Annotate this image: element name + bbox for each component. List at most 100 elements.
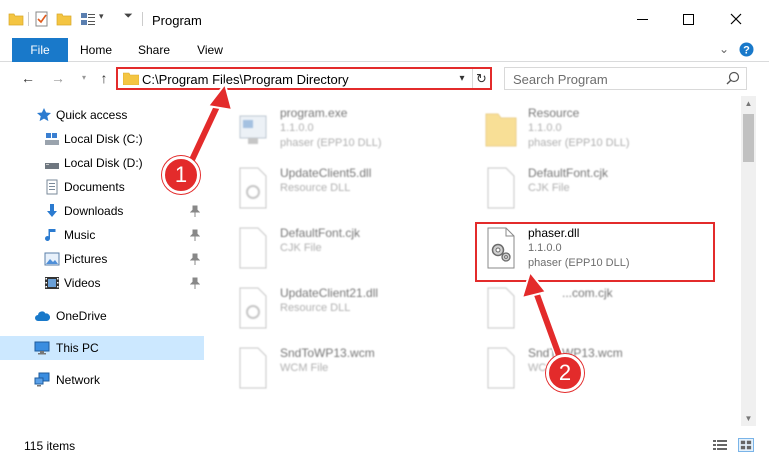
network-icon: [34, 372, 50, 387]
videos-icon: [45, 277, 59, 289]
pin-icon[interactable]: [190, 229, 200, 241]
scroll-up-icon[interactable]: ▲: [741, 96, 756, 111]
search-icon[interactable]: [726, 71, 740, 85]
file-name: UpdateClient21.dll: [280, 286, 379, 300]
new-folder-icon[interactable]: [56, 11, 72, 27]
tab-home[interactable]: Home: [74, 38, 118, 62]
generic-file-icon: [487, 347, 515, 389]
file-detail: WCM File: [280, 362, 329, 374]
window-title: Program: [152, 13, 202, 28]
cloud-icon: [35, 311, 50, 321]
back-arrow-icon[interactable]: ←: [20, 70, 36, 86]
minimize-button[interactable]: [619, 0, 665, 38]
nav-item-label: Music: [64, 228, 96, 242]
ribbon-tabs: File Home Share View ⌄ ?: [0, 38, 769, 62]
pin-icon[interactable]: [190, 277, 200, 289]
customize-toolbar-icon[interactable]: [80, 11, 96, 27]
exe-file-icon: [239, 115, 267, 144]
forward-arrow-icon[interactable]: →: [50, 70, 66, 86]
nav-item-this-pc[interactable]: This PC: [0, 336, 204, 360]
maximize-icon: [682, 13, 694, 25]
nav-item-label: Local Disk (D:): [64, 156, 143, 170]
scroll-down-icon[interactable]: ▼: [741, 411, 756, 426]
tab-share[interactable]: Share: [132, 38, 176, 62]
properties-icon[interactable]: [34, 11, 50, 27]
pin-icon[interactable]: [190, 205, 200, 217]
file-item[interactable]: DefaultFont.cjk CJK File: [226, 222, 466, 278]
up-arrow-icon[interactable]: ↑: [96, 70, 112, 86]
file-item[interactable]: program.exe 1.1.0.0 phaser (EPP10 DLL): [226, 102, 466, 158]
music-icon: [45, 229, 56, 241]
file-item[interactable]: SndToWP13.wcm WCM File: [474, 342, 714, 398]
file-name: UpdateClient5.dll: [280, 166, 372, 180]
nav-item-onedrive[interactable]: OneDrive: [0, 304, 204, 328]
folder-icon[interactable]: [8, 11, 24, 27]
close-icon: [730, 13, 742, 25]
file-item[interactable]: ...com.cjk: [474, 282, 714, 338]
nav-item-local-disk-c[interactable]: Local Disk (C:): [0, 127, 204, 151]
nav-item-pictures[interactable]: Pictures: [0, 247, 204, 271]
scroll-thumb[interactable]: [743, 114, 754, 162]
tab-view[interactable]: View: [188, 38, 232, 62]
item-count: 115 items: [24, 439, 76, 453]
file-detail: Resource DLL: [280, 302, 351, 314]
computer-icon: [34, 341, 50, 355]
minimize-icon: [636, 18, 648, 20]
drive-icon: [45, 163, 59, 169]
expand-ribbon-icon[interactable]: ⌄: [719, 42, 729, 56]
file-detail: Resource DLL: [280, 182, 351, 194]
details-view-icon[interactable]: [712, 438, 728, 452]
folder-icon: [123, 72, 139, 85]
nav-item-downloads[interactable]: Downloads: [0, 199, 204, 223]
documents-icon: [46, 179, 58, 195]
generic-file-icon: [239, 347, 267, 389]
nav-item-label: Local Disk (C:): [64, 132, 143, 146]
file-name: Resource: [528, 106, 580, 120]
address-bar[interactable]: C:\Program Files\Program Directory ▾ ↻: [116, 67, 492, 90]
nav-item-label: OneDrive: [56, 309, 107, 323]
file-name: ...com.cjk: [562, 286, 613, 300]
file-item[interactable]: UpdateClient21.dll Resource DLL: [226, 282, 466, 338]
pin-icon[interactable]: [190, 253, 200, 265]
tiles-view-icon[interactable]: [738, 438, 754, 452]
file-item[interactable]: SndToWP13.wcm WCM File: [226, 342, 466, 398]
nav-item-label: This PC: [56, 341, 99, 355]
help-icon[interactable]: ?: [739, 42, 754, 57]
nav-item-music[interactable]: Music: [0, 223, 204, 247]
svg-text:?: ?: [743, 45, 750, 57]
search-input[interactable]: Search Program: [504, 67, 747, 90]
pictures-icon: [44, 252, 60, 266]
file-list: program.exe 1.1.0.0 phaser (EPP10 DLL) R…: [210, 96, 740, 434]
file-detail: CJK File: [280, 242, 322, 254]
nav-item-quick-access[interactable]: Quick access: [0, 103, 204, 127]
nav-item-label: Quick access: [56, 108, 128, 122]
file-detail: 1.1.0.0: [528, 122, 562, 134]
file-name: DefaultFont.cjk: [280, 226, 361, 240]
file-item[interactable]: DefaultFont.cjk CJK File: [474, 162, 714, 218]
file-name: SndToWP13.wcm: [280, 346, 375, 360]
nav-item-videos[interactable]: Videos: [0, 271, 204, 295]
generic-file-icon: [487, 167, 515, 209]
maximize-button[interactable]: [665, 0, 711, 38]
close-button[interactable]: [713, 0, 759, 38]
recent-locations-icon[interactable]: ▾: [76, 70, 92, 86]
step-1-callout: 1: [162, 156, 200, 194]
folder-icon: [485, 113, 517, 147]
chevron-down-icon[interactable]: ▾: [99, 11, 104, 22]
file-item[interactable]: Resource 1.1.0.0 phaser (EPP10 DLL): [474, 102, 714, 158]
refresh-icon[interactable]: ↻: [472, 69, 490, 88]
address-dropdown-icon[interactable]: ▾: [454, 69, 470, 88]
quick-access-menu-icon[interactable]: ⏷: [124, 10, 133, 23]
nav-item-label: Videos: [64, 276, 101, 290]
file-item[interactable]: UpdateClient5.dll Resource DLL: [226, 162, 466, 218]
file-name: DefaultFont.cjk: [528, 166, 609, 180]
file-name: program.exe: [280, 106, 348, 120]
file-detail: 1.1.0.0: [280, 122, 314, 134]
nav-item-network[interactable]: Network: [0, 368, 204, 392]
nav-item-label: Documents: [64, 180, 125, 194]
address-path[interactable]: C:\Program Files\Program Directory: [142, 72, 349, 87]
tab-file[interactable]: File: [12, 38, 68, 62]
file-detail: phaser (EPP10 DLL): [280, 137, 382, 149]
vertical-scrollbar[interactable]: ▲ ▼: [741, 96, 756, 426]
search-placeholder: Search Program: [513, 72, 608, 87]
